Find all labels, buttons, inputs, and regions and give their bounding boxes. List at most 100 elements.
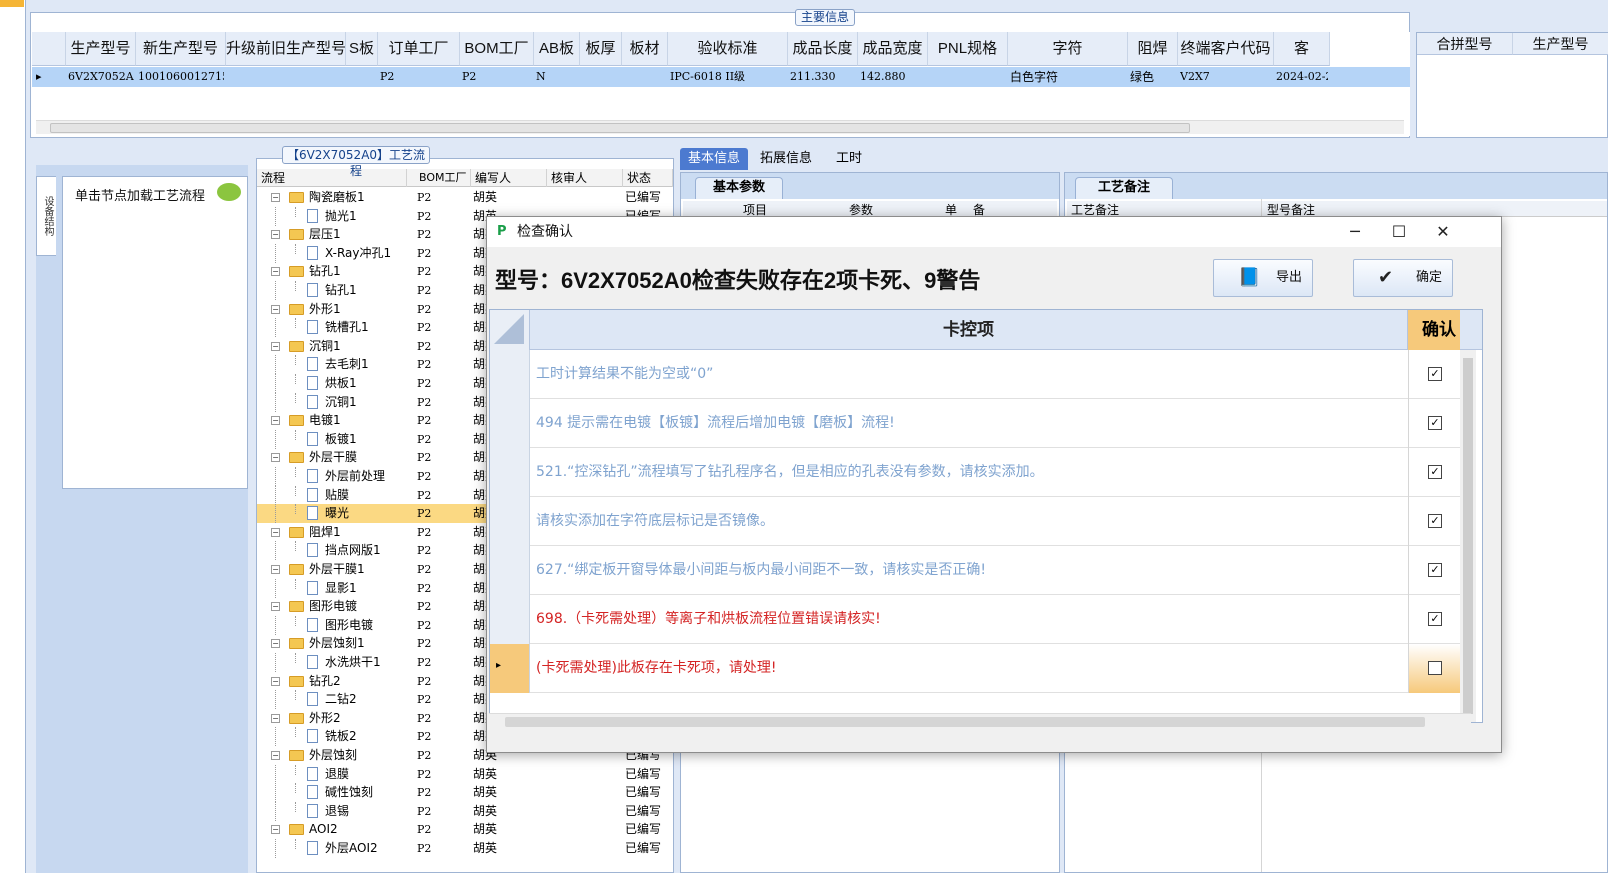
collapse-icon[interactable]: − [271,267,280,277]
collapse-icon[interactable]: − [271,713,280,723]
collapse-icon[interactable]: − [271,341,280,351]
export-button[interactable]: 📘 导出 [1213,259,1313,297]
tab-work-hours[interactable]: 工时 [828,148,870,170]
col-header-check-item[interactable]: 卡控项 [530,310,1408,350]
tree-col-author[interactable]: 编写人 [471,169,547,187]
main-info-grid[interactable]: 生产型号 新生产型号 升级前旧生产型号 S板 订单工厂 BOM工厂 AB板 板厚 板材 验收标准成… [32,32,1410,136]
tab-basic-info[interactable]: 基本信息 [680,148,749,170]
vertical-scrollbar[interactable] [1460,350,1476,722]
col-header[interactable]: BOM工厂 [460,32,534,66]
document-icon [307,655,318,669]
row-header[interactable] [490,350,530,399]
confirm-checkbox[interactable]: ✓ [1428,612,1442,626]
confirm-checkbox[interactable]: ✓ [1428,367,1442,381]
tree-row[interactable]: − AOI2 P2 胡英 已编写 [257,820,667,839]
tree-node-label: 钻孔2 [309,673,341,688]
confirm-checkbox[interactable]: ✓ [1428,563,1442,577]
collapse-icon[interactable]: − [271,825,280,835]
col-header[interactable]: 成品长度 [788,32,858,66]
confirm-checkbox[interactable] [1428,661,1442,675]
tree-author: 胡英 [473,841,498,855]
col-header[interactable]: AB板 [534,32,580,66]
col-header[interactable]: 验收标准 [668,32,788,66]
collapse-icon[interactable]: − [271,416,280,426]
row-header[interactable] [490,399,530,448]
tree-row[interactable]: − 陶瓷磨板1 P2 胡英 已编写 [257,188,667,207]
row-header[interactable] [490,546,530,595]
row-header[interactable] [490,595,530,644]
col-header[interactable]: 订单工厂 [378,32,460,66]
check-row[interactable]: 521.“控深钻孔”流程填写了钻孔程序名，但是相应的孔表没有参数，请核实添加。 ✓ [490,448,1460,497]
confirm-checkbox[interactable]: ✓ [1428,465,1442,479]
collapse-icon[interactable]: − [271,304,280,314]
folder-icon [289,340,304,352]
basic-params-title[interactable]: 基本参数 [695,177,783,199]
dialog-horizontal-scrollbar[interactable] [489,713,1471,729]
tree-row[interactable]: 退锡 P2 胡英 已编写 [257,801,667,821]
collapse-icon[interactable]: − [271,602,280,612]
tree-row[interactable]: 碱性蚀刻 P2 胡英 已编写 [257,783,667,803]
col-header[interactable]: 客 [1274,32,1330,66]
merge-model-grid[interactable]: 合拼型号 生产型号 [1416,32,1608,138]
grid-corner[interactable] [490,310,530,350]
load-process-panel[interactable]: 单击节点加载工艺流程 [62,176,248,489]
col-header[interactable]: S板 [346,32,378,66]
tree-col-status[interactable]: 状态 [623,169,673,187]
col-header[interactable]: PNL规格 [928,32,1008,66]
col-header[interactable]: 板厚 [580,32,622,66]
check-row[interactable]: ▸ (卡死需处理)此板存在卡死项，请处理! [490,644,1460,693]
detail-tabs: 基本信息 拓展信息 工时 [680,148,1608,170]
tree-col-reviewer[interactable]: 核审人 [547,169,623,187]
collapse-icon[interactable]: − [271,751,280,760]
collapse-icon[interactable]: − [271,527,280,537]
close-icon[interactable]: ✕ [1421,217,1465,247]
confirm-checkbox[interactable]: ✓ [1428,416,1442,430]
grid-corner[interactable] [32,32,66,66]
row-header[interactable]: ▸ [490,644,530,693]
col-header[interactable]: 新生产型号 [136,32,226,66]
row-header[interactable] [490,497,530,546]
check-items-grid[interactable]: 卡控项 确认 工时计算结果不能为空或“0” ✓ 494 提示需在电镀【板镀】流程后增… [489,309,1483,723]
tree-node-label: 外层蚀刻 [309,748,358,762]
collapse-icon[interactable]: − [271,230,280,240]
minimize-icon[interactable]: ─ [1333,217,1377,247]
collapse-icon[interactable]: − [271,676,280,686]
col-header[interactable]: 生产型号 [66,32,136,66]
check-grid-header: 卡控项 确认 [490,310,1482,350]
tree-bom: P2 [417,656,432,669]
table-row[interactable]: ▸ 6V2X7052A0 10010600127156 P2 P2 N IPC-6018 I… [32,67,1410,87]
collapse-icon[interactable]: − [271,453,280,463]
tree-row[interactable]: 外层AOI2 P2 胡英 已编写 [257,839,667,858]
collapse-icon[interactable]: − [271,639,280,649]
col-header[interactable]: 阻焊 [1128,32,1178,66]
maximize-icon[interactable]: ☐ [1377,217,1421,247]
col-header-merge-model[interactable]: 合拼型号 [1417,33,1513,55]
tree-col-process[interactable]: 流程 [257,169,407,187]
row-pointer-icon: ▸ [496,660,502,671]
tab-extended-info[interactable]: 拓展信息 [752,148,820,170]
col-header[interactable]: 升级前旧生产型号 [226,32,346,66]
check-row[interactable]: 请核实添加在字符底层标记是否镜像。 ✓ [490,497,1460,546]
check-row[interactable]: 698.（卡死需处理）等离子和烘板流程位置错误请核实! ✓ [490,595,1460,644]
col-header[interactable]: 板材 [622,32,668,66]
equipment-structure-tab[interactable]: 设备结构 [36,176,56,256]
col-header-production-model[interactable]: 生产型号 [1513,33,1608,55]
col-header[interactable]: 成品宽度 [858,32,928,66]
tree-row[interactable]: 退膜 P2 胡英 已编写 [257,764,667,784]
col-header-confirm[interactable]: 确认 [1408,310,1460,350]
collapse-icon[interactable]: − [271,565,280,574]
document-icon [307,487,318,502]
check-row[interactable]: 494 提示需在电镀【板镀】流程后增加电镀【磨板】流程! ✓ [490,399,1460,448]
tree-status: 已编写 [625,190,662,204]
check-row[interactable]: 627.“绑定板开窗导体最小间距与板内最小间距不一致，请核实是否正确! ✓ [490,546,1460,595]
horizontal-scrollbar[interactable] [36,120,1404,134]
col-header[interactable]: 终端客户代码 [1178,32,1274,66]
col-header[interactable]: 字符 [1008,32,1128,66]
process-memo-title[interactable]: 工艺备注 [1075,177,1173,199]
row-header[interactable] [490,448,530,497]
confirm-button[interactable]: ✔ 确定 [1353,259,1453,297]
confirm-checkbox[interactable]: ✓ [1428,514,1442,528]
tree-col-bom[interactable]: BOM工厂 [415,169,471,187]
collapse-icon[interactable]: − [271,193,280,202]
check-row[interactable]: 工时计算结果不能为空或“0” ✓ [490,350,1460,399]
